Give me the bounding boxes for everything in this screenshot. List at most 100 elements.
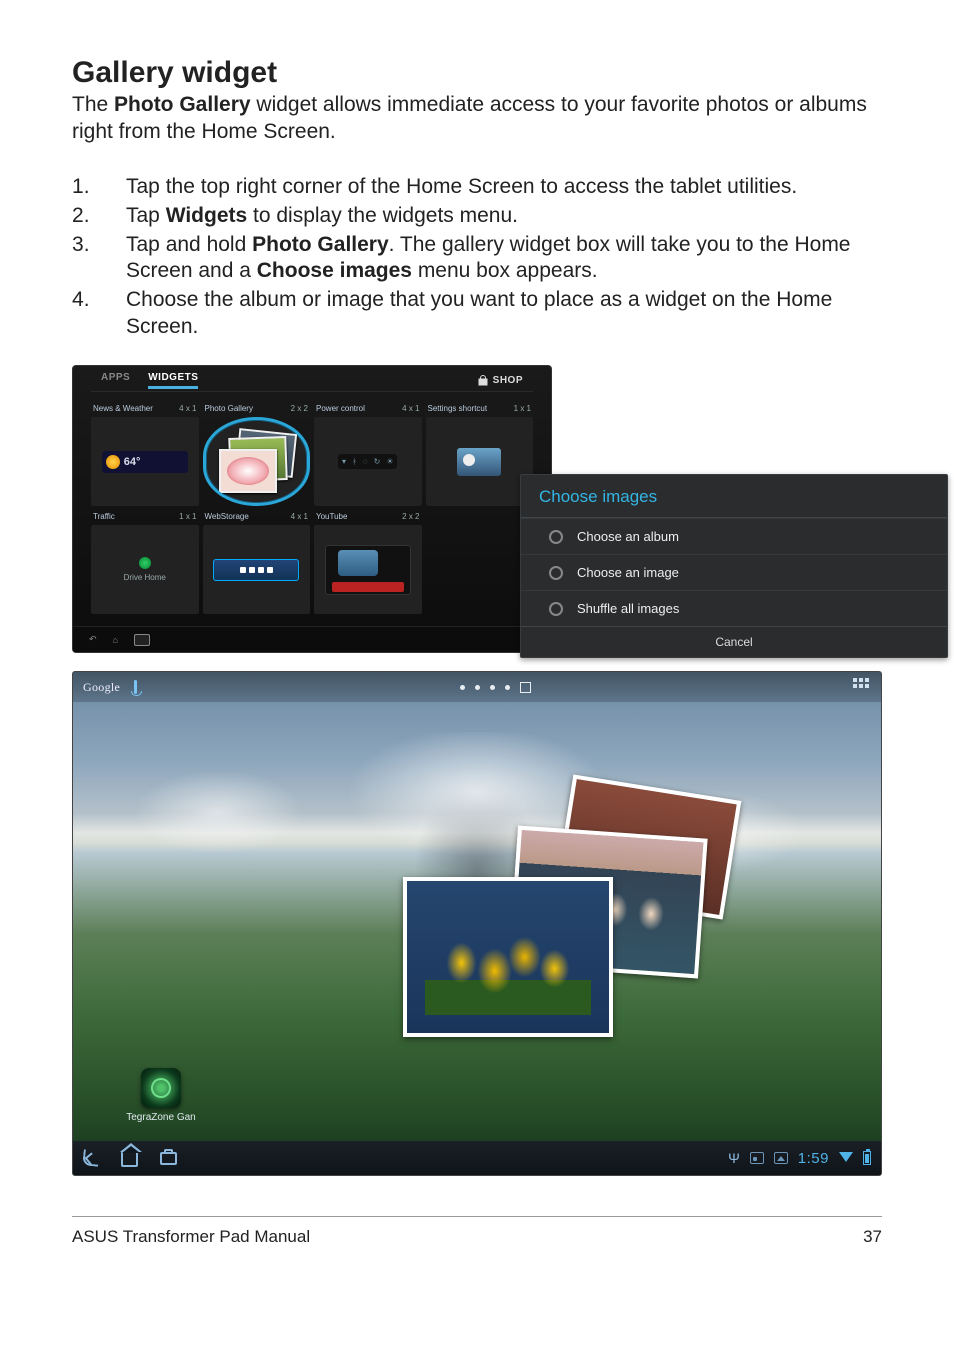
step-4: Choose the album or image that you want … <box>72 287 882 341</box>
shop-bag-icon <box>477 375 489 387</box>
widget-size: 4 x 1 <box>291 512 308 521</box>
step-2: Tap Widgets to display the widgets menu. <box>72 203 882 230</box>
step-3-bold1: Photo Gallery <box>252 233 389 256</box>
photo-stack-icon <box>217 431 295 493</box>
sun-icon <box>106 455 120 469</box>
widget-settings-shortcut[interactable]: Settings shortcut 1 x 1 <box>426 402 534 506</box>
cancel-button[interactable]: Cancel <box>521 626 947 657</box>
step-3-post: menu box appears. <box>412 259 598 282</box>
clock: 1:59 <box>798 1150 829 1167</box>
widgets-selection-screen: APPS WIDGETS SHOP News & Weather 4 x 1 <box>72 365 552 653</box>
widget-traffic[interactable]: Traffic 1 x 1 Drive Home <box>91 510 199 614</box>
nav-back-icon[interactable] <box>82 1149 100 1167</box>
widget-youtube[interactable]: YouTube2 x 2 <box>314 510 422 614</box>
widget-size: 1 x 1 <box>179 512 196 521</box>
photo-1 <box>403 877 613 1037</box>
radio-icon <box>549 566 563 580</box>
intro-pre: The <box>72 93 114 116</box>
option-choose-image[interactable]: Choose an image <box>521 554 947 590</box>
settings-preview-icon <box>457 448 501 476</box>
intro-paragraph: The Photo Gallery widget allows immediat… <box>72 92 882 146</box>
youtube-preview <box>325 545 411 595</box>
widget-label: Photo Gallery <box>205 404 253 413</box>
status-icon-2 <box>774 1152 788 1164</box>
tegrazone-label: TegraZone Gan <box>126 1112 196 1123</box>
brightness-icon: ☀ <box>386 457 393 466</box>
step-2-bold: Widgets <box>166 204 247 227</box>
apps-drawer-icon[interactable] <box>853 678 871 696</box>
widget-power-control[interactable]: Power control 4 x 1 ▾ ᚼ ◌ ↻ ☀ <box>314 402 422 506</box>
nav-home-icon[interactable]: ⌂ <box>113 635 118 645</box>
webstorage-preview <box>213 559 299 581</box>
home-nav-bar: Ψ 1:59 <box>73 1141 881 1175</box>
photo-gallery-highlight <box>203 417 311 506</box>
widget-label: News & Weather <box>93 404 153 413</box>
nav-recent-icon[interactable] <box>134 634 150 646</box>
tab-widgets[interactable]: WIDGETS <box>148 372 198 389</box>
traffic-sublabel: Drive Home <box>124 573 166 582</box>
option-label: Shuffle all images <box>577 601 679 616</box>
step-2-post: to display the widgets menu. <box>247 204 518 227</box>
widget-empty-slot <box>426 510 534 614</box>
traffic-dot-icon <box>139 557 151 569</box>
divider <box>91 391 533 392</box>
weather-preview: 64° <box>102 451 188 473</box>
step-1: Tap the top right corner of the Home Scr… <box>72 174 882 201</box>
widget-size: 1 x 1 <box>514 404 531 413</box>
status-icon-1 <box>750 1152 764 1164</box>
bt-icon: ᚼ <box>352 457 357 466</box>
widget-label: YouTube <box>316 512 347 521</box>
radio-icon <box>549 602 563 616</box>
step-3-bold2: Choose images <box>257 259 412 282</box>
widget-news-weather[interactable]: News & Weather 4 x 1 64° <box>91 402 199 506</box>
widget-photo-gallery[interactable]: Photo Gallery 2 x 2 <box>203 402 311 506</box>
battery-icon <box>863 1151 871 1165</box>
page-number: 37 <box>863 1227 882 1247</box>
wifi-icon <box>839 1152 853 1162</box>
option-choose-album[interactable]: Choose an album <box>521 518 947 554</box>
dialog-title: Choose images <box>521 475 947 518</box>
tegrazone-shortcut[interactable]: TegraZone Gan <box>123 1068 199 1123</box>
instruction-list: Tap the top right corner of the Home Scr… <box>72 174 882 341</box>
shop-label: SHOP <box>493 375 523 386</box>
widget-size: 2 x 2 <box>291 404 308 413</box>
tab-apps[interactable]: APPS <box>101 372 130 389</box>
nav-home-icon[interactable] <box>121 1150 138 1167</box>
photo-gallery-widget[interactable] <box>403 797 723 1037</box>
intro-bold: Photo Gallery <box>114 93 251 116</box>
section-heading: Gallery widget <box>72 56 882 90</box>
figure-widgets-panel-with-menu: APPS WIDGETS SHOP News & Weather 4 x 1 <box>72 365 882 653</box>
home-top-bar: Google <box>73 672 881 702</box>
option-label: Choose an album <box>577 529 679 544</box>
nav-back-icon[interactable]: ↶ <box>89 634 97 645</box>
status-tray[interactable]: Ψ 1:59 <box>728 1150 871 1167</box>
usb-icon: Ψ <box>728 1150 740 1166</box>
widget-label: Power control <box>316 404 365 413</box>
tegrazone-icon <box>141 1068 181 1108</box>
widget-size: 4 x 1 <box>179 404 196 413</box>
nav-recent-icon[interactable] <box>160 1152 177 1165</box>
widget-label: Settings shortcut <box>428 404 488 413</box>
option-shuffle-all[interactable]: Shuffle all images <box>521 590 947 626</box>
step-3-pre: Tap and hold <box>126 233 252 256</box>
widget-label: Traffic <box>93 512 115 521</box>
google-search[interactable]: Google <box>83 680 120 695</box>
widget-size: 4 x 1 <box>402 404 419 413</box>
gps-icon: ◌ <box>363 457 368 466</box>
figure-home-screen: Google TegraZone Gan <box>72 671 882 1176</box>
shop-button[interactable]: SHOP <box>477 375 523 387</box>
widget-webstorage[interactable]: WebStorage 4 x 1 <box>203 510 311 614</box>
choose-images-dialog: Choose images Choose an album Choose an … <box>520 474 948 658</box>
footer-title: ASUS Transformer Pad Manual <box>72 1227 310 1247</box>
widget-label: WebStorage <box>205 512 249 521</box>
radio-icon <box>549 530 563 544</box>
temp-value: 64° <box>124 456 141 468</box>
option-label: Choose an image <box>577 565 679 580</box>
page-footer: ASUS Transformer Pad Manual 37 <box>72 1216 882 1247</box>
power-control-preview: ▾ ᚼ ◌ ↻ ☀ <box>338 454 397 469</box>
voice-search-icon[interactable] <box>134 680 137 694</box>
home-page-indicator[interactable] <box>460 682 531 693</box>
system-nav-bar: ↶ ⌂ <box>73 626 551 652</box>
sync-icon: ↻ <box>374 457 381 466</box>
wifi-icon: ▾ <box>342 457 346 466</box>
